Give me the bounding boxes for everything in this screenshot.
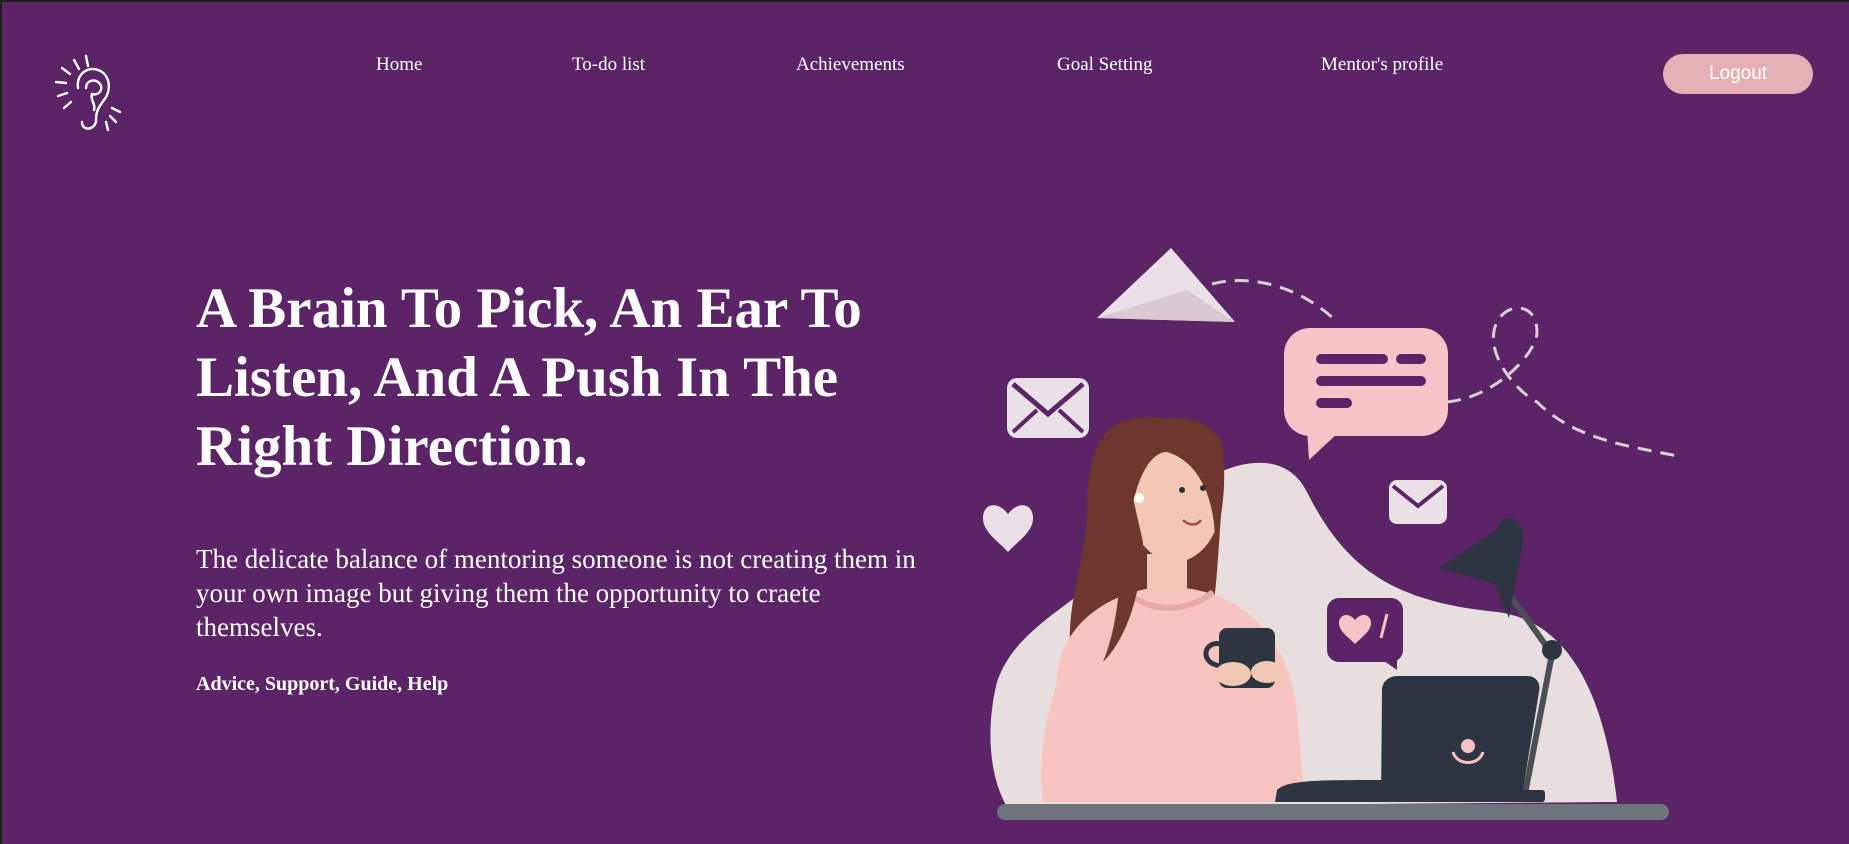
nav-goal-setting[interactable]: Goal Setting — [1057, 54, 1153, 76]
logout-button[interactable]: Logout — [1663, 54, 1813, 94]
paper-plane-icon — [1097, 248, 1235, 322]
nav-mentors-profile[interactable]: Mentor's profile — [1321, 54, 1443, 76]
hero-lead: The delicate balance of mentoring someon… — [196, 544, 916, 642]
heart-icon — [983, 505, 1033, 552]
desk — [997, 804, 1669, 820]
page: Home To-do list Achievements Goal Settin… — [0, 0, 1849, 844]
woman-with-laptop-illustration — [983, 248, 1683, 820]
nav-home[interactable]: Home — [376, 54, 422, 76]
hero-headline: A Brain To Pick, An Ear To Listen, And A… — [196, 277, 862, 478]
hero-tagline: Advice, Support, Guide, Help — [196, 673, 449, 695]
chat-bubble-icon — [1284, 328, 1448, 460]
heart-message-icon — [1327, 598, 1403, 670]
envelope-icon — [1389, 480, 1447, 524]
nav-achievements[interactable]: Achievements — [796, 54, 905, 76]
envelope-icon — [1007, 378, 1089, 438]
ear-icon[interactable] — [52, 52, 128, 136]
nav-todo-list[interactable]: To-do list — [572, 54, 645, 76]
